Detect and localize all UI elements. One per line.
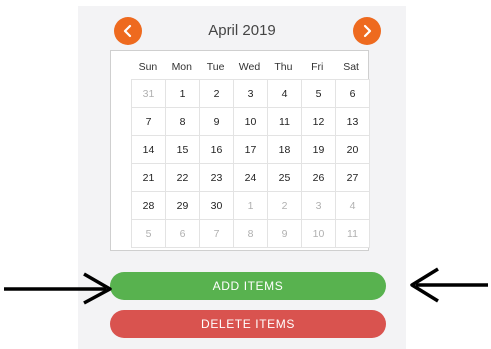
day-cell[interactable]: 3 xyxy=(233,79,268,108)
day-cell[interactable]: 12 xyxy=(301,107,336,136)
delete-items-button[interactable]: DELETE ITEMS xyxy=(110,310,386,338)
day-cell[interactable]: 29 xyxy=(165,191,200,220)
day-cell[interactable]: 28 xyxy=(131,191,166,220)
day-cell[interactable]: 1 xyxy=(165,79,200,108)
add-items-button[interactable]: ADD ITEMS xyxy=(110,272,386,300)
weekday-label: Thu xyxy=(274,61,293,73)
day-cell-outside-month[interactable]: 9 xyxy=(267,219,302,248)
day-cell-outside-month[interactable]: 8 xyxy=(233,219,268,248)
day-cell[interactable]: 11 xyxy=(267,107,302,136)
day-cell[interactable]: 2 xyxy=(199,79,234,108)
day-cell[interactable]: 20 xyxy=(335,135,370,164)
day-cell[interactable]: 23 xyxy=(199,163,234,192)
day-cell[interactable]: 7 xyxy=(131,107,166,136)
day-cell[interactable]: 24 xyxy=(233,163,268,192)
day-cell[interactable]: 21 xyxy=(131,163,166,192)
day-cell[interactable]: 26 xyxy=(301,163,336,192)
calendar-header: April 2019 xyxy=(78,14,406,48)
day-cell[interactable]: 17 xyxy=(233,135,268,164)
day-cell-outside-month[interactable]: 11 xyxy=(335,219,370,248)
day-cell[interactable]: 15 xyxy=(165,135,200,164)
day-cell[interactable]: 4 xyxy=(267,79,302,108)
day-cell[interactable]: 22 xyxy=(165,163,200,192)
day-cell[interactable]: 18 xyxy=(267,135,302,164)
chevron-right-icon xyxy=(363,24,372,38)
day-cell[interactable]: 27 xyxy=(335,163,370,192)
weekday-label: Fri xyxy=(311,61,324,73)
day-cell[interactable]: 25 xyxy=(267,163,302,192)
day-grid: 31 1 2 3 4 5 6 7 8 9 10 11 12 13 14 15 16 17 18 19 20 21 22 23 2… xyxy=(131,79,370,248)
day-cell[interactable]: 6 xyxy=(335,79,370,108)
arrow-left-icon xyxy=(410,267,488,303)
day-cell-outside-month[interactable]: 10 xyxy=(301,219,336,248)
day-cell-outside-month[interactable]: 2 xyxy=(267,191,302,220)
day-cell-outside-month[interactable]: 1 xyxy=(233,191,268,220)
day-cell-outside-month[interactable]: 6 xyxy=(165,219,200,248)
day-cell-outside-month[interactable]: 7 xyxy=(199,219,234,248)
day-cell-outside-month[interactable]: 5 xyxy=(131,219,166,248)
day-cell[interactable]: 14 xyxy=(131,135,166,164)
calendar-grid: Sun Mon Tue Wed Thu Fri Sat 31 1 2 3 4 5 6 7 8 9 10 11 12 1… xyxy=(110,50,370,251)
weekday-label: Mon xyxy=(171,61,192,73)
next-month-button[interactable] xyxy=(353,17,381,45)
weekday-header-row: Sun Mon Tue Wed Thu Fri Sat xyxy=(131,61,368,77)
day-cell[interactable]: 16 xyxy=(199,135,234,164)
weekday-label: Wed xyxy=(238,61,261,73)
weekday-label: Tue xyxy=(206,61,225,73)
day-cell[interactable]: 8 xyxy=(165,107,200,136)
day-cell[interactable]: 13 xyxy=(335,107,370,136)
day-cell[interactable]: 10 xyxy=(233,107,268,136)
weekday-label: Sun xyxy=(138,61,158,73)
arrow-right-icon xyxy=(4,272,112,305)
day-cell-outside-month[interactable]: 4 xyxy=(335,191,370,220)
weekday-label: Sat xyxy=(343,61,359,73)
day-cell-outside-month[interactable]: 3 xyxy=(301,191,336,220)
day-cell-outside-month[interactable]: 31 xyxy=(131,79,166,108)
day-cell[interactable]: 30 xyxy=(199,191,234,220)
day-cell[interactable]: 19 xyxy=(301,135,336,164)
day-cell[interactable]: 5 xyxy=(301,79,336,108)
day-cell[interactable]: 9 xyxy=(199,107,234,136)
